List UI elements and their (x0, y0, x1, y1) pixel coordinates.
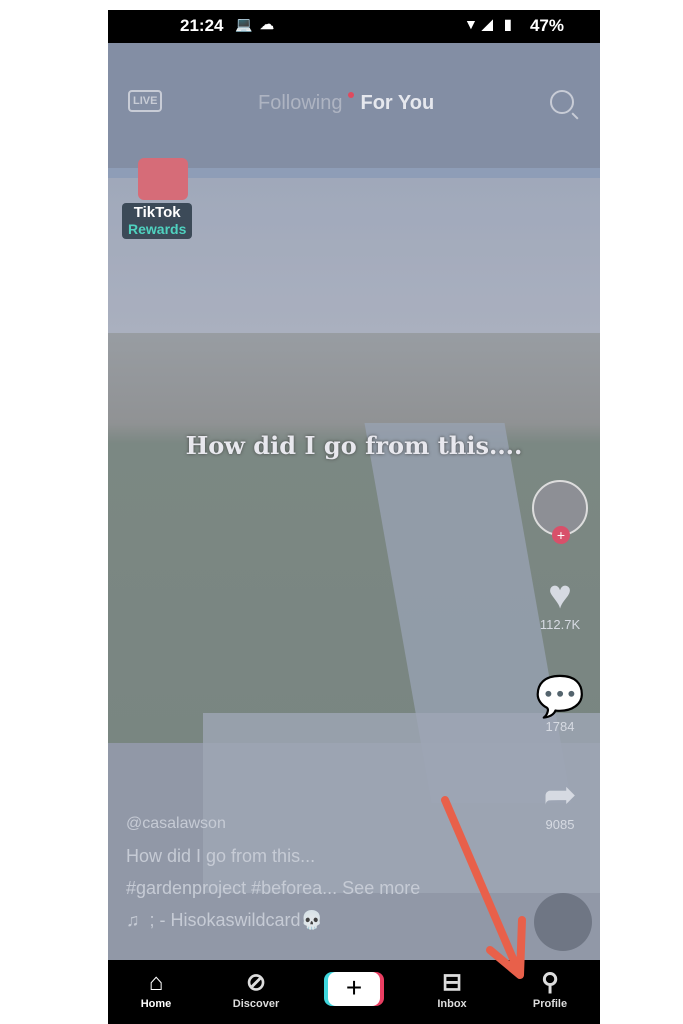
live-button[interactable]: LIVE (128, 90, 163, 112)
sound-disc[interactable] (534, 893, 592, 951)
tiktok-rewards-badge[interactable]: TikTok Rewards (122, 203, 193, 239)
notification-dot (348, 92, 355, 98)
sound-name[interactable]: ; - Hisokaswildcard💀 (150, 910, 323, 930)
create-button[interactable]: + (328, 972, 380, 1006)
status-time: 21:24 (180, 16, 224, 35)
comment-button[interactable]: 💬 1784 (530, 675, 590, 734)
top-bar: LIVE Following For You (108, 88, 600, 128)
nav-home[interactable]: ⌂ Home (116, 968, 196, 1010)
heart-icon: ♥ (548, 573, 572, 617)
feed-tabs: Following For You (258, 92, 434, 115)
laptop-icon: 💻 (235, 16, 253, 32)
wifi-icon: ▼ (464, 16, 478, 32)
username[interactable]: @casalawson (126, 808, 420, 840)
signal-icon: ◢ (482, 16, 493, 32)
hashtags[interactable]: #gardenproject #beforea... (126, 878, 337, 898)
rewards-line1: TikTok (133, 204, 181, 221)
status-bar: 21:24 💻 ☁ ▼ ◢ ▮ 47% (108, 10, 600, 43)
battery-level: 47% (529, 16, 564, 35)
cloud-icon: ☁ (260, 16, 274, 32)
tab-following[interactable]: Following (258, 92, 342, 114)
search-icon[interactable] (550, 90, 574, 114)
like-count: 112.7K (539, 617, 581, 632)
post-info: @casalawson How did I go from this... #g… (126, 808, 420, 936)
nav-home-label: Home (140, 998, 172, 1010)
comment-count: 1784 (545, 719, 575, 734)
home-icon: ⌂ (148, 969, 164, 996)
tab-for-you[interactable]: For You (360, 92, 434, 114)
nav-discover-label: Discover (232, 998, 280, 1010)
music-note-icon: ♫ (126, 910, 140, 930)
annotation-arrow (441, 796, 526, 979)
nav-inbox-label: Inbox (437, 998, 467, 1010)
comment-icon: 💬 (535, 675, 585, 719)
like-button[interactable]: ♥ 112.7K (530, 573, 590, 632)
gift-icon (138, 158, 188, 200)
description: How did I go from this... (126, 846, 316, 866)
creator-avatar[interactable]: + (530, 480, 590, 544)
rewards-line2: Rewards (128, 221, 187, 237)
video-caption: How did I go from this.... (185, 431, 523, 460)
nav-profile-label: Profile (532, 998, 568, 1010)
compass-icon: ⊘ (245, 969, 267, 996)
follow-plus-icon[interactable]: + (552, 526, 570, 544)
see-more-link[interactable]: See more (342, 878, 420, 898)
nav-discover[interactable]: ⊘ Discover (216, 968, 296, 1010)
battery-icon: ▮ (504, 16, 512, 32)
